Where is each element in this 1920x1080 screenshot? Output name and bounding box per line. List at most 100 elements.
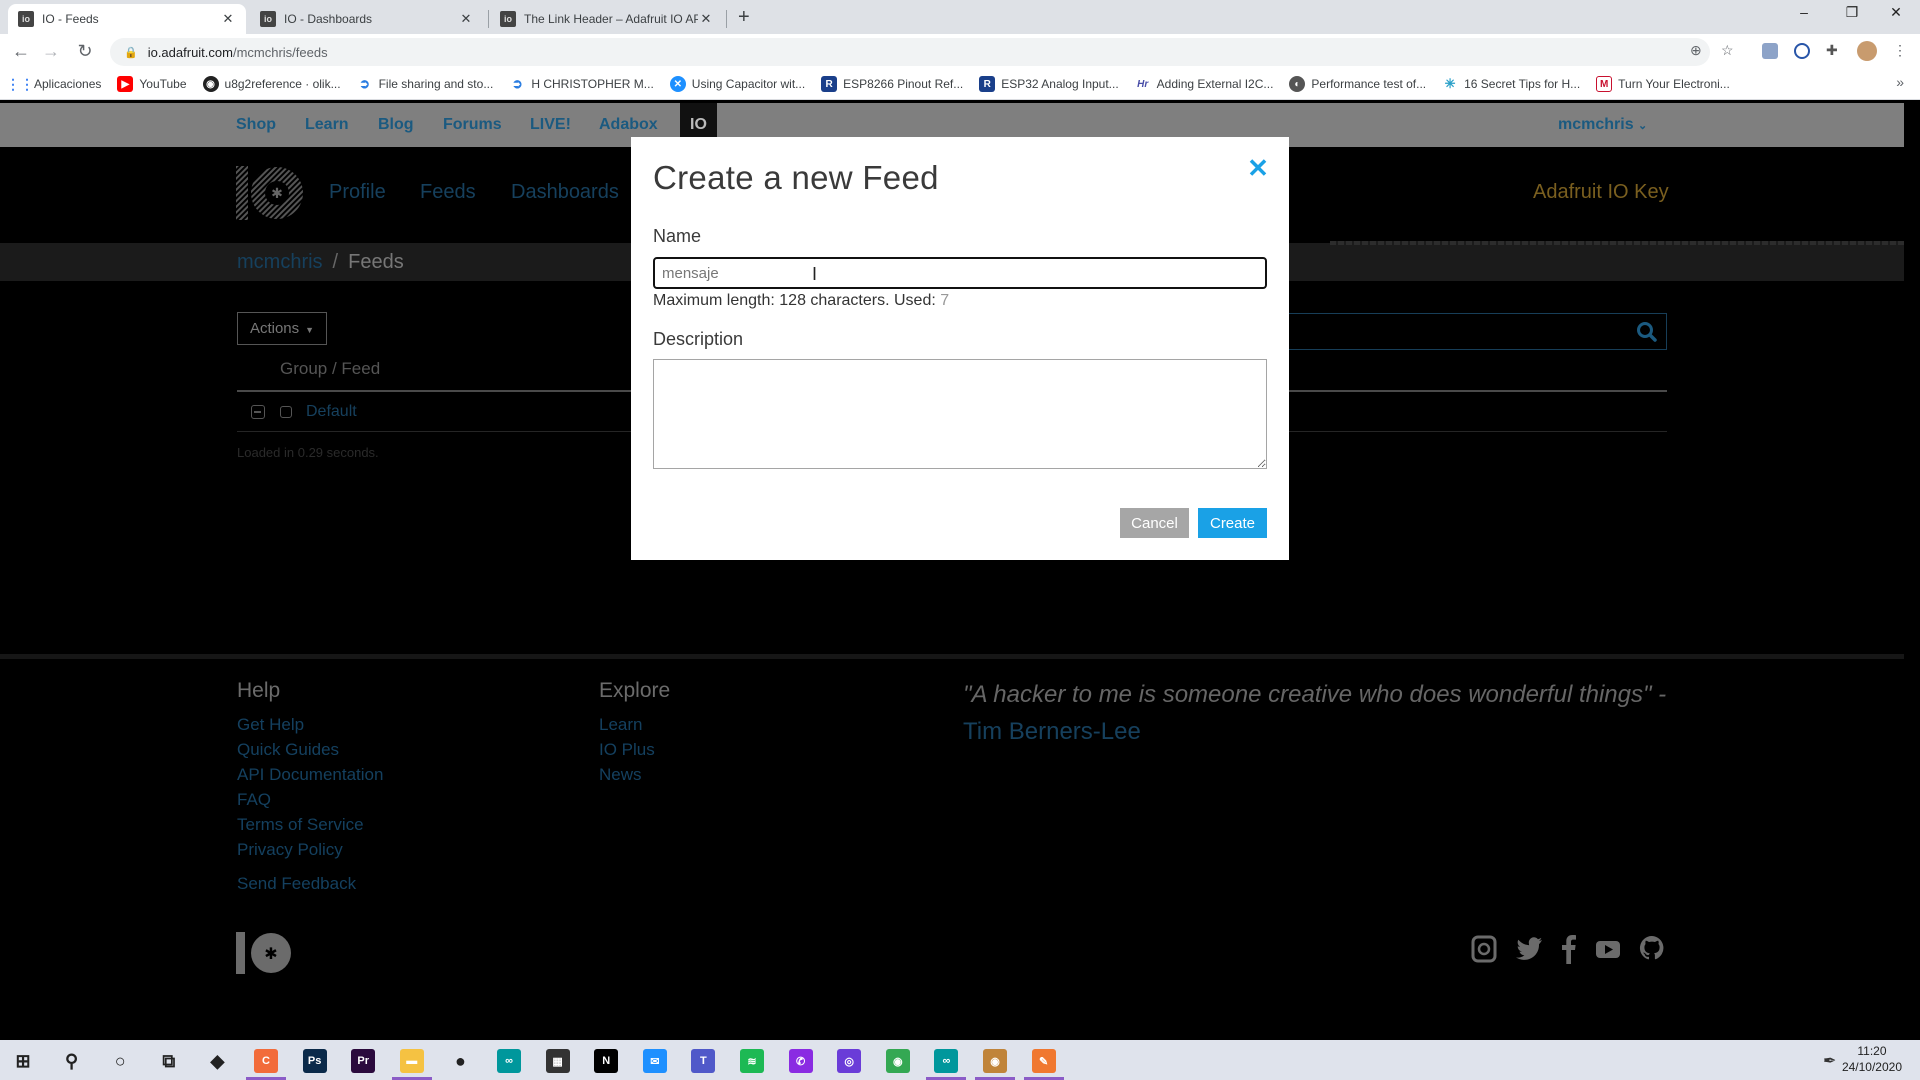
bookmark-star-icon[interactable]: ☆ — [1721, 42, 1734, 59]
taskbar-app-3d-icon[interactable]: ◆ — [205, 1049, 229, 1073]
bookmark-label: Aplicaciones — [34, 77, 102, 91]
bookmarks-bar: ⋮⋮ Aplicaciones ▶ YouTube ◉ u8g2reference ·… — [0, 69, 1920, 100]
taskbar-photoshop-icon[interactable]: Ps — [302, 1049, 327, 1073]
taskbar-cortana-icon[interactable]: ○ — [108, 1049, 132, 1073]
bookmark-secret-tips[interactable]: ✳ 16 Secret Tips for H... — [1442, 76, 1581, 92]
bookmark-label: 16 Secret Tips for H... — [1464, 77, 1581, 91]
tab-io-dashboards[interactable]: io IO - Dashboards ✕ — [250, 4, 484, 34]
reload-button[interactable]: ↻ — [73, 41, 97, 62]
bookmarks-overflow-button[interactable]: » — [1896, 74, 1904, 90]
tab-link-header[interactable]: io The Link Header – Adafruit IO AP ✕ — [490, 4, 724, 34]
close-tab-icon[interactable]: ✕ — [458, 11, 474, 27]
tab-separator — [726, 10, 727, 28]
taskbar-premiere-icon[interactable]: Pr — [351, 1049, 376, 1073]
new-tab-button[interactable]: + — [738, 6, 750, 29]
taskbar-whatsapp-icon[interactable]: ✆ — [788, 1049, 813, 1073]
feed-description-textarea[interactable] — [653, 359, 1267, 469]
bookmark-label: Using Capacitor wit... — [691, 77, 806, 91]
restore-button[interactable]: ❐ — [1832, 4, 1872, 21]
zoom-icon[interactable]: ⊕ — [1690, 42, 1702, 59]
taskbar-arduino-2-icon[interactable]: ∞ — [934, 1049, 959, 1073]
m-icon: M — [1596, 76, 1613, 92]
share-icon: ➲ — [359, 76, 371, 91]
url-path: /mcmchris/feeds — [232, 44, 328, 60]
r-icon: R — [979, 76, 996, 92]
taskbar-store-icon[interactable]: ▦ — [545, 1049, 570, 1073]
taskbar-file-explorer-icon[interactable]: ▬ — [399, 1049, 424, 1073]
taskbar-chrome-icon[interactable]: ◉ — [885, 1049, 910, 1073]
adafruit-io-favicon-icon: io — [18, 11, 34, 27]
taskbar-spotify-icon[interactable]: ≋ — [740, 1049, 764, 1073]
feed-name-input[interactable] — [653, 257, 1267, 289]
taskbar-task-view-icon[interactable]: ⧉ — [157, 1049, 181, 1073]
cancel-button[interactable]: Cancel — [1120, 508, 1189, 538]
clock-date: 24/10/2020 — [1841, 1060, 1902, 1074]
apps-grid-icon: ⋮⋮ — [6, 75, 34, 92]
forward-button[interactable]: → — [39, 41, 63, 62]
close-tab-icon[interactable]: ✕ — [220, 11, 236, 27]
url-host: io.adafruit.com — [147, 44, 233, 60]
bookmark-esp32[interactable]: R ESP32 Analog Input... — [979, 76, 1119, 92]
back-button[interactable]: ← — [9, 41, 33, 62]
browser-tab-bar: io IO - Feeds ✕ io IO - Dashboards ✕ io … — [0, 0, 1920, 34]
close-tab-icon[interactable]: ✕ — [698, 11, 714, 27]
description-label: Description — [653, 329, 744, 349]
minimize-button[interactable]: – — [1784, 4, 1824, 20]
tab-separator — [488, 10, 489, 28]
taskbar-teams-icon[interactable]: T — [691, 1049, 716, 1073]
bookmark-label: u8g2reference · olik... — [224, 77, 341, 91]
taskbar-search-icon[interactable]: ⚲ — [60, 1049, 84, 1073]
taskbar-clip-studio-icon[interactable]: C — [254, 1049, 278, 1073]
bookmark-i2c[interactable]: Hr Adding External I2C... — [1135, 76, 1274, 92]
create-button[interactable]: Create — [1198, 508, 1267, 538]
taskbar-arduino-icon[interactable]: ∞ — [497, 1049, 521, 1073]
bookmark-file-sharing[interactable]: ➲ File sharing and sto... — [357, 76, 494, 92]
github-icon: ◉ — [202, 76, 219, 92]
bookmark-u8g2[interactable]: ◉ u8g2reference · olik... — [202, 76, 341, 92]
r-icon: R — [821, 76, 838, 92]
tab-title: The Link Header – Adafruit IO AP — [524, 12, 698, 26]
bookmark-capacitor[interactable]: ✕ Using Capacitor wit... — [669, 76, 806, 92]
capacitor-icon: ✕ — [669, 76, 686, 92]
browser-menu-icon[interactable]: ⋮ — [1893, 42, 1907, 59]
bookmark-christopher[interactable]: ➲ H CHRISTOPHER M... — [509, 76, 654, 92]
create-feed-modal: Create a new Feed ✕ Name I Maximum lengt… — [631, 137, 1289, 560]
tab-io-feeds[interactable]: io IO - Feeds ✕ — [8, 4, 246, 34]
taskbar-sketch-icon[interactable]: ✎ — [1031, 1049, 1056, 1073]
bookmark-apps[interactable]: ⋮⋮ Aplicaciones — [6, 75, 102, 92]
cast-extension-icon[interactable] — [1762, 43, 1778, 59]
taskbar-app-purple-icon[interactable]: ◎ — [837, 1049, 862, 1073]
sparkle-icon: ✳ — [1444, 76, 1456, 91]
windows-taskbar: ⊞ ⚲ ○ ⧉ ◆ C Ps Pr ▬ ● ∞ ▦ N ✉ T ≋ ✆ ◎ ◉ ∞ ◉ ✎ ✒ 11:20 24/10/2… — [0, 1040, 1920, 1080]
tab-title: IO - Dashboards — [284, 12, 373, 26]
bookmark-label: ESP8266 Pinout Ref... — [843, 77, 964, 91]
extensions-puzzle-icon[interactable]: ✚ — [1826, 42, 1838, 59]
taskbar-mail-icon[interactable]: ✉ — [642, 1049, 667, 1073]
browser-toolbar: ← → ↻ 🔒 io.adafruit.com/mcmchris/feeds ⊕… — [0, 34, 1920, 69]
used-count: 7 — [940, 292, 950, 309]
close-window-button[interactable]: ✕ — [1876, 4, 1916, 21]
bookmark-youtube[interactable]: ▶ YouTube — [117, 76, 187, 92]
bookmark-turn-electronics[interactable]: M Turn Your Electroni... — [1596, 76, 1730, 92]
close-modal-icon[interactable]: ✕ — [1245, 155, 1271, 181]
taskbar-chrome-profile-icon[interactable]: ◉ — [983, 1049, 1007, 1073]
page-scrollbar[interactable] — [1904, 101, 1920, 1040]
address-bar[interactable]: 🔒 io.adafruit.com/mcmchris/feeds — [110, 38, 1710, 66]
bookmark-label: File sharing and sto... — [378, 77, 494, 91]
taskbar-netflix-icon[interactable]: N — [594, 1049, 619, 1073]
profile-avatar[interactable] — [1857, 41, 1877, 61]
system-clock[interactable]: 11:20 24/10/2020 — [1842, 1043, 1902, 1075]
block-extension-icon[interactable] — [1794, 43, 1810, 59]
taskbar-start-icon[interactable]: ⊞ — [11, 1049, 35, 1073]
h-icon: Hr — [1137, 78, 1149, 90]
tab-title: IO - Feeds — [42, 12, 99, 26]
bookmark-label: Performance test of... — [1311, 77, 1427, 91]
pen-workspace-icon[interactable]: ✒ — [1823, 1051, 1836, 1071]
bookmark-label: H CHRISTOPHER M... — [531, 77, 654, 91]
lock-icon: 🔒 — [124, 46, 138, 59]
taskbar-app-red-icon[interactable]: ● — [448, 1049, 472, 1073]
bookmark-esp8266[interactable]: R ESP8266 Pinout Ref... — [821, 76, 963, 92]
youtube-icon: ▶ — [117, 76, 134, 92]
bookmark-label: Adding External I2C... — [1156, 77, 1274, 91]
bookmark-performance[interactable]: ◐ Performance test of... — [1289, 76, 1426, 92]
